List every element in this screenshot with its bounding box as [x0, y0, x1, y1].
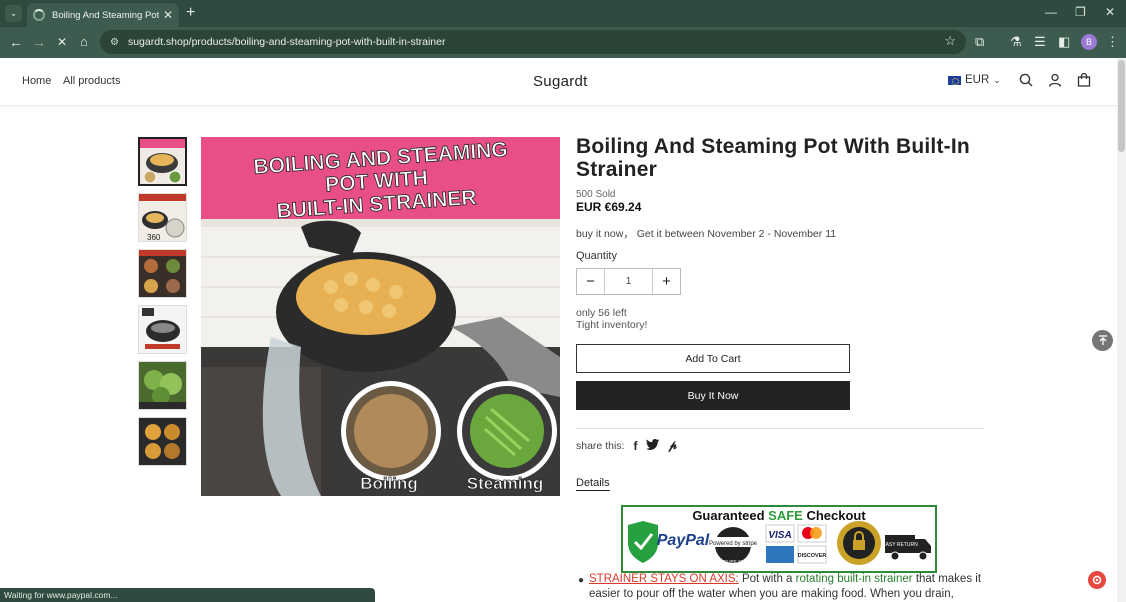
twitter-icon[interactable] [646, 438, 660, 453]
image-label-steaming: Steaming [467, 474, 544, 493]
new-tab-icon[interactable]: + [186, 4, 195, 22]
shield-check-icon [628, 521, 658, 563]
thumbnail-1[interactable] [138, 137, 187, 186]
add-to-cart-button[interactable]: Add To Cart [576, 344, 850, 373]
browser-status-bar: Waiting for www.paypal.com... [0, 588, 375, 602]
browser-toolbar: ← → ✕ ⌂ ⚙ sugardt.shop/products/boiling-… [0, 27, 1126, 58]
bullet-icon: ● [578, 575, 585, 586]
delivery-estimate: buy it now， Get it between November 2 - … [576, 228, 837, 240]
thumb-360-label: 360 [147, 233, 161, 241]
stock-notice: only 56 left Tight inventory! [576, 307, 647, 331]
currency-selector[interactable]: EUR ⌄ [948, 74, 1001, 86]
page-scrollbar[interactable] [1117, 58, 1126, 602]
back-icon[interactable]: ← [9, 33, 23, 51]
thumbnail-2[interactable]: 360 [138, 193, 187, 242]
cart-icon[interactable] [1077, 72, 1091, 90]
forward-icon[interactable]: → [32, 33, 46, 51]
minimize-icon[interactable]: — [1045, 5, 1057, 19]
thumbnail-4[interactable] [138, 305, 187, 354]
share-label: share this: [576, 439, 625, 452]
divider [576, 428, 984, 429]
feature-list-item: ● STRAINER STAYS ON AXIS: Pot with a rot… [578, 573, 982, 600]
paypal-logo: PayPal [657, 532, 710, 549]
window-close-icon[interactable]: ✕ [1105, 5, 1115, 19]
thumbnail-3[interactable] [138, 249, 187, 298]
plus-icon[interactable]: + [653, 269, 680, 294]
tab-title: Boiling And Steaming Pot With Built-In S… [52, 9, 159, 21]
browser-tab[interactable]: Boiling And Steaming Pot With Built-In S… [27, 3, 179, 27]
scrollbar-thumb[interactable] [1118, 60, 1125, 152]
side-panel-icon[interactable]: ◧ [1058, 33, 1070, 51]
reading-list-icon[interactable]: ☰ [1034, 33, 1046, 51]
share-row: share this: f 𝓅 [576, 438, 677, 453]
facebook-icon[interactable]: f [633, 439, 637, 453]
account-icon[interactable] [1048, 73, 1062, 90]
svg-text:Powered by stripe: Powered by stripe [709, 541, 758, 547]
chat-widget-button[interactable] [1088, 571, 1106, 589]
amex-logo [766, 546, 794, 563]
home-icon[interactable]: ⌂ [80, 33, 88, 51]
thumbnail-6[interactable] [138, 417, 187, 466]
browser-menu-icon[interactable]: ⋮ [1106, 33, 1119, 51]
stop-loading-icon[interactable]: ✕ [57, 33, 67, 51]
site-logo[interactable]: Sugardt [533, 73, 588, 90]
feature-highlight: rotating built-in strainer [795, 573, 913, 585]
site-header: Home All products Sugardt EUR ⌄ [0, 58, 1117, 106]
tab-search-icon[interactable]: ⌄ [5, 5, 22, 22]
nav-home[interactable]: Home [22, 75, 51, 87]
minus-icon[interactable]: − [577, 269, 604, 294]
product-main-image[interactable]: BOILING AND STEAMING POT WITH BUILT-IN S… [201, 137, 560, 496]
stock-remaining: only 56 left [576, 307, 627, 319]
scroll-to-top-button[interactable] [1092, 330, 1113, 351]
buy-it-now-button[interactable]: Buy It Now [576, 381, 850, 410]
browser-tab-bar: ⌄ Boiling And Steaming Pot With Built-In… [0, 0, 1126, 27]
feature-heading: STRAINER STAYS ON AXIS: [589, 573, 739, 585]
image-label-boiling: Boiling [360, 474, 418, 493]
url-text: sugardt.shop/products/boiling-and-steami… [127, 36, 446, 48]
eu-flag-icon [948, 75, 961, 85]
pinterest-icon[interactable]: 𝓅 [668, 438, 677, 453]
currency-label: EUR [965, 74, 990, 86]
quantity-stepper: − 1 + [576, 268, 681, 295]
svg-text:SECURE SITE: SECURE SITE [718, 559, 748, 564]
visa-logo: VISA [768, 530, 791, 541]
svg-text:EASY RETURN: EASY RETURN [882, 542, 918, 548]
web-page: Home All products Sugardt EUR ⌄ 360 BOIL… [0, 58, 1117, 602]
site-info-icon[interactable]: ⚙ [110, 37, 119, 48]
restore-icon[interactable]: ❐ [1075, 5, 1086, 19]
address-bar[interactable]: ⚙ sugardt.shop/products/boiling-and-stea… [100, 30, 966, 54]
loading-spinner-icon [33, 9, 45, 21]
labs-flask-icon[interactable]: ⚗ [1010, 33, 1022, 51]
product-price: EUR €69.24 [576, 200, 642, 214]
chevron-down-icon: ⌄ [993, 74, 1001, 85]
sold-count: 500 Sold [576, 189, 616, 200]
search-icon[interactable] [1019, 73, 1033, 90]
bookmark-star-icon[interactable]: ☆ [944, 33, 956, 49]
profile-avatar[interactable]: B [1081, 34, 1097, 50]
product-thumbnails: 360 [138, 137, 188, 473]
extensions-icon[interactable]: ⧉ [975, 33, 984, 51]
stock-warning: Tight inventory! [576, 319, 648, 331]
discover-logo: DISCOVER [798, 553, 827, 559]
product-title: Boiling And Steaming Pot With Built-In S… [576, 135, 970, 181]
nav-all-products[interactable]: All products [63, 75, 120, 87]
thumbnail-5[interactable] [138, 361, 187, 410]
quantity-label: Quantity [576, 250, 617, 262]
tab-details[interactable]: Details [576, 477, 610, 491]
quantity-input[interactable]: 1 [604, 269, 653, 294]
tab-close-icon[interactable]: ✕ [163, 8, 173, 22]
safe-checkout-badge: Guaranteed SAFE Checkout PayPal Powered … [621, 505, 937, 573]
